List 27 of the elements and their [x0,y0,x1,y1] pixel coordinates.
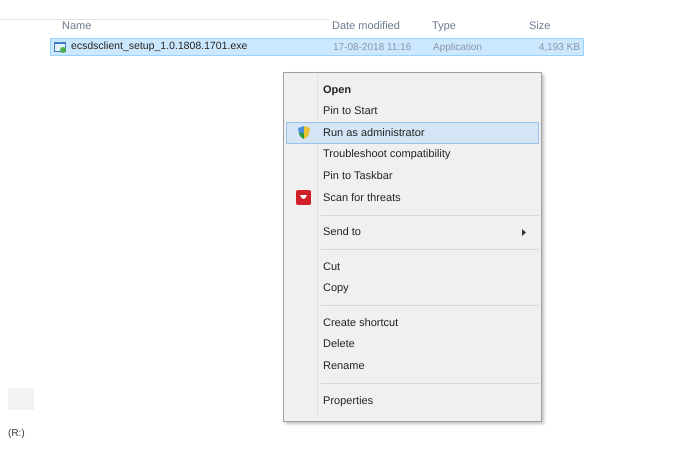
column-header[interactable]: Date modified [332,20,400,32]
file-type: Application [433,40,483,54]
file-row[interactable]: ecsdsclient_setup_1.0.1808.1701.exe 17-08-2018 11:16 Application 4,193 KB [50,38,584,56]
menu-item[interactable]: Copy [286,278,539,300]
shield-icon [296,125,310,140]
menu-item[interactable]: Troubleshoot compatibility [286,144,539,166]
antivirus-icon [296,190,311,206]
file-name: ecsdsclient_setup_1.0.1808.1701.exe [71,39,248,54]
application-icon [53,40,67,54]
menu-item[interactable]: Rename [286,356,539,378]
menu-item[interactable]: Create shortcut [286,312,539,334]
file-size: 4,193 KB [538,40,580,54]
file-date: 17-08-2018 11:16 [333,40,412,54]
column-header[interactable]: Size [529,20,550,32]
menu-item[interactable]: Cut [286,256,539,278]
menu-item[interactable]: Properties [286,390,539,412]
submenu-arrow-icon [522,228,526,236]
drive-label[interactable]: (R:) [8,426,283,441]
menu-item[interactable]: Send to [286,222,539,244]
menu-item[interactable]: Delete [286,334,539,356]
menu-item[interactable]: Scan for threats [286,186,539,209]
menu-item[interactable]: Pin to Start [286,100,539,122]
menu-item[interactable]: Pin to Taskbar [286,165,539,187]
menu-item[interactable]: Run as administrator [286,122,539,144]
menu-item[interactable]: Open [286,79,539,101]
column-header[interactable]: Name [62,20,92,32]
column-header[interactable]: Type [432,20,456,32]
